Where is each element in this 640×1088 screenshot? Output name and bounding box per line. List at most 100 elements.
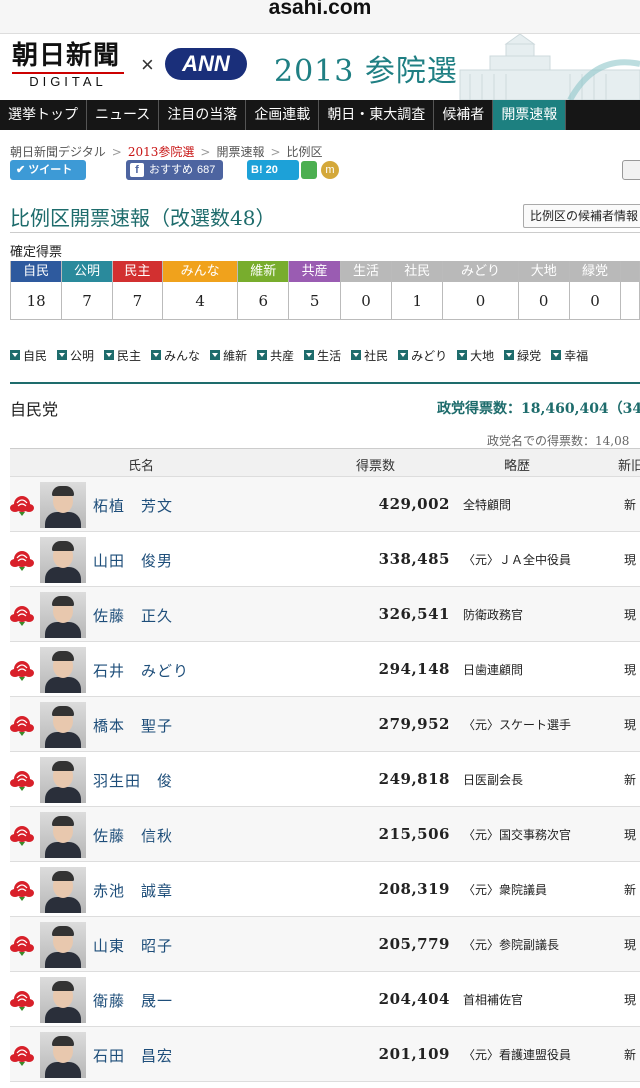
party-jump-link[interactable]: 緑党 [504,346,541,364]
page-title: 比例区開票速報（改選数48） [10,206,276,230]
election-title[interactable]: 2013 参院選 [274,46,458,90]
nav-item-candidates[interactable]: 候補者 [434,100,494,130]
party-jump-label: みんな [164,348,201,363]
candidate-name[interactable]: 石井 みどり [93,660,189,681]
candidate-name[interactable]: 佐藤 正久 [93,605,173,626]
party-jump-link[interactable]: 自民 [10,346,47,364]
table-row[interactable]: 衛藤 晟一 204,404 首相補佐官 現 [10,972,640,1027]
seat-count: 6 [238,282,289,320]
candidate-bio: 全特顧問 [463,498,512,512]
party-jump-label: 共産 [270,348,295,363]
url-bar[interactable]: asahi.com [0,0,640,34]
asahi-digital-logo[interactable]: 朝日新聞 DIGITAL [12,42,132,89]
seat-column: 維新 6 [237,261,289,320]
candidate-votes: 279,952 [378,715,450,733]
seat-column: みんな 4 [162,261,238,320]
nav-item-survey[interactable]: 朝日・東大調査 [319,100,435,130]
party-jump-link[interactable]: 公明 [57,346,94,364]
party-jump-link[interactable]: みんな [151,346,200,364]
candidate-name[interactable]: 柘植 芳文 [93,495,173,516]
table-row[interactable]: 佐藤 信秋 215,506 〈元〉国交事務次官 現 [10,807,640,862]
breadcrumb-results[interactable]: 開票速報 [216,145,264,159]
party-jump-label: みどり [411,348,448,363]
nav-item-results[interactable]: 開票速報 [493,100,567,130]
nav-item-features[interactable]: 企画連載 [246,100,320,130]
candidate-votes: 249,818 [378,770,450,788]
candidate-name[interactable]: 橋本 聖子 [93,715,173,736]
nav-item-key-races[interactable]: 注目の当落 [159,100,247,130]
candidate-name[interactable]: 山田 俊男 [93,550,173,571]
candidate-name[interactable]: 衛藤 晟一 [93,990,173,1011]
party-jump-label: 生活 [317,348,342,363]
table-row[interactable]: 山東 昭子 205,779 〈元〉参院副議長 現 [10,917,640,972]
fb-count: 687 [197,164,216,176]
candidate-photo [40,702,86,748]
party-jump-link[interactable]: 幸福 [551,346,588,364]
seat-party-label: 民主 [112,261,163,282]
table-row[interactable]: 石田 昌宏 201,109 〈元〉看護連盟役員 新 [10,1027,640,1082]
chevron-right-icon: > [200,145,211,159]
logo-sub: DIGITAL [12,72,124,89]
seat-column: 自民 18 [10,261,62,320]
seat-count: 5 [289,282,340,320]
facebook-recommend-button[interactable]: f おすすめ 687 [126,160,223,180]
party-jump-label: 社民 [364,348,389,363]
candidate-info-button[interactable]: 比例区の候補者情報 [523,204,640,228]
breadcrumb-home[interactable]: 朝日新聞デジタル [10,145,106,159]
candidate-status: 新 [624,498,637,512]
nav-item-news[interactable]: ニュース [87,100,160,130]
header-name: 氏名 [128,459,155,474]
candidate-photo [40,867,86,913]
rose-winner-icon [10,934,34,956]
candidate-votes: 294,148 [378,660,450,678]
mixi-icon[interactable]: m [321,161,339,179]
seat-count: 0 [443,282,518,320]
evernote-icon[interactable] [301,161,317,179]
breadcrumb-election[interactable]: 2013参院選 [128,145,195,159]
seat-count: 18 [11,282,62,320]
table-row[interactable]: 佐藤 正久 326,541 防衛政務官 現 [10,587,640,642]
party-jump-link[interactable]: 維新 [210,346,247,364]
print-icon[interactable] [622,160,640,180]
table-row[interactable]: 橋本 聖子 279,952 〈元〉スケート選手 現 [10,697,640,752]
table-row[interactable]: 羽生田 俊 249,818 日医副会長 新 [10,752,640,807]
table-row[interactable]: 赤池 誠章 208,319 〈元〉衆院議員 新 [10,862,640,917]
seat-party-label: 公明 [62,261,112,282]
party-jump-link[interactable]: 民主 [104,346,141,364]
party-jump-link[interactable]: みどり [398,346,447,364]
ann-logo[interactable]: ANN [165,48,247,80]
seat-party-label: 共産 [289,261,340,282]
party-jump-label: 民主 [117,348,142,363]
arrow-down-icon [351,350,362,360]
party-jump-link[interactable]: 大地 [457,346,494,364]
table-row[interactable]: 柘植 芳文 429,002 全特顧問 新 [10,477,640,532]
table-row[interactable]: 山田 俊男 338,485 〈元〉ＪＡ全中役員 現 [10,532,640,587]
candidate-name[interactable]: 佐藤 信秋 [93,825,173,846]
candidate-name[interactable]: 石田 昌宏 [93,1045,173,1066]
seat-party-label: 社民 [392,261,443,282]
rose-winner-icon [10,659,34,681]
party-jump-link[interactable]: 社民 [351,346,388,364]
times-sign: × [141,52,154,77]
candidate-status: 新 [624,773,637,787]
party-jump-link[interactable]: 共産 [257,346,294,364]
table-header: 氏名 得票数 略歴 新旧 [10,449,640,477]
table-row[interactable]: 石井 みどり 294,148 日歯連顧問 現 [10,642,640,697]
candidate-photo [40,977,86,1023]
candidate-status: 現 [624,718,637,732]
chevron-right-icon: > [270,145,281,159]
seat-count: 0 [518,282,569,320]
candidate-photo [40,647,86,693]
seat-column: 緑党 0 [568,261,621,320]
nav-item-top[interactable]: 選挙トップ [0,100,87,130]
candidate-name[interactable]: 羽生田 俊 [93,770,173,791]
tweet-button[interactable]: ✔ ツイート [10,160,86,180]
candidate-votes: 215,506 [378,825,450,843]
candidate-status: 現 [624,993,637,1007]
hatena-bookmark-button[interactable]: B! 20 [247,160,299,180]
candidate-name[interactable]: 赤池 誠章 [93,880,173,901]
party-name-votes: 政党名での得票数：14,08 [487,434,630,448]
candidate-photo [40,1032,86,1078]
candidate-name[interactable]: 山東 昭子 [93,935,173,956]
party-jump-link[interactable]: 生活 [304,346,341,364]
